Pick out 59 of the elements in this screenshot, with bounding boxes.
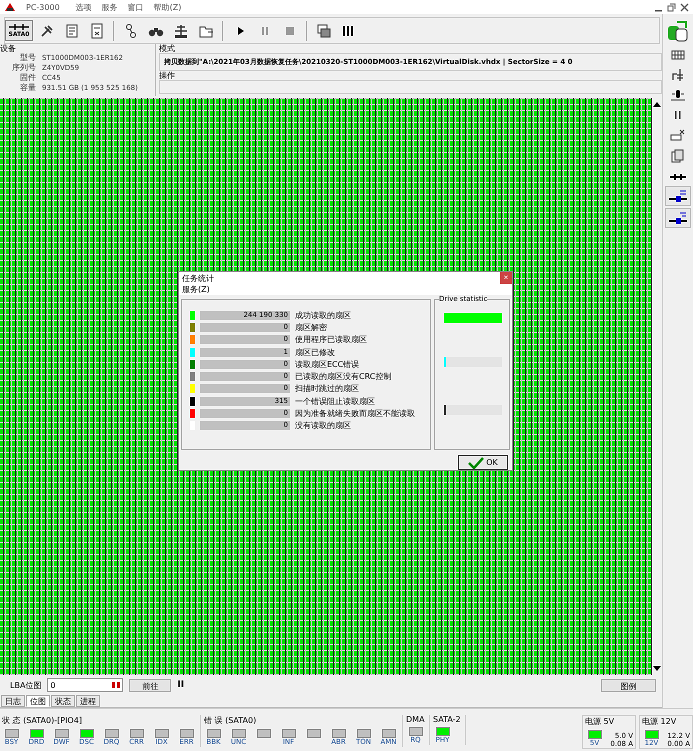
pause-icon[interactable] [673,109,683,121]
database-icon[interactable] [667,20,689,42]
connector-icon[interactable] [669,172,687,182]
go-button[interactable]: 前往 [129,678,172,692]
stat-label: 读取扇区ECC错误 [295,358,360,370]
menu-item[interactable]: 窗口 [128,2,144,12]
checkmark-icon [468,456,484,468]
close-button[interactable]: × [500,272,512,284]
dialog-title: 任务统计 [182,272,214,284]
tab[interactable]: 位图 [26,695,50,707]
connector-icon [9,23,29,31]
windows-icon[interactable] [316,22,332,38]
tools-icon[interactable] [38,22,54,38]
copy-icon[interactable] [670,148,686,164]
menu-item[interactable]: 服务(Z) [182,285,210,294]
stat-label: 一个错误阻止读取扇区 [295,396,375,407]
stat-label: 因为准备就绪失败而扇区不能读取 [295,408,415,420]
field-label: LBA位图 [10,680,42,690]
legend-button[interactable]: 图例 [601,678,656,692]
tab[interactable]: 进程 [76,695,100,707]
lba-field[interactable]: 0 [47,678,124,692]
window-title: PC-3000 [26,2,60,12]
grid-icon[interactable] [671,49,685,61]
group-heading: 模式 [159,44,176,53]
group-title: 状 态 (SATA0)-[PIO4] [2,715,83,726]
scroll-down-icon[interactable] [653,666,661,672]
ok-button[interactable]: OK [458,455,508,470]
field-label: 固件 [19,73,36,83]
document-icon[interactable] [88,22,104,38]
marker-icon [112,681,120,689]
menu-item[interactable]: 服务 [102,2,118,12]
group-title: 错 误 (SATA0) [204,715,258,726]
stat-label: 使用程序已读取扇区 [295,334,367,346]
group-heading: 操作 [159,71,176,80]
stat-label: 已读取的扇区没有CRC控制 [295,371,392,382]
menu-item[interactable]: 选项 [76,2,92,12]
group-title: SATA-2 [433,715,461,724]
stat-label: 扇区已修改 [295,346,335,358]
group-heading: 设备 [0,44,17,53]
tab[interactable]: 日志 [1,695,25,707]
stat-label: 扇区解密 [295,322,327,333]
restore-icon[interactable] [667,2,676,12]
field-label: 型号 [19,53,36,63]
field-label: 序列号 [11,63,36,73]
scroll-icon[interactable] [64,22,80,38]
stat-label: 成功读取的扇区 [295,310,351,321]
tab[interactable]: 状态 [51,695,75,707]
group-title: DMA [406,715,425,724]
stat-label: 扫描时跳过的扇区 [295,383,359,394]
stat-label: 没有读取的扇区 [295,420,351,432]
scroll-up-icon[interactable] [653,101,661,107]
head-icon[interactable] [670,88,686,102]
group-title: 电源 5V [585,716,616,727]
pause-label: II [177,680,184,690]
group-title: 电源 12V [642,716,678,727]
close-icon[interactable] [680,2,689,12]
app-logo-icon [4,2,16,12]
menu-item[interactable]: 帮助(Z) [154,2,182,12]
field-label: 容量 [19,83,36,93]
